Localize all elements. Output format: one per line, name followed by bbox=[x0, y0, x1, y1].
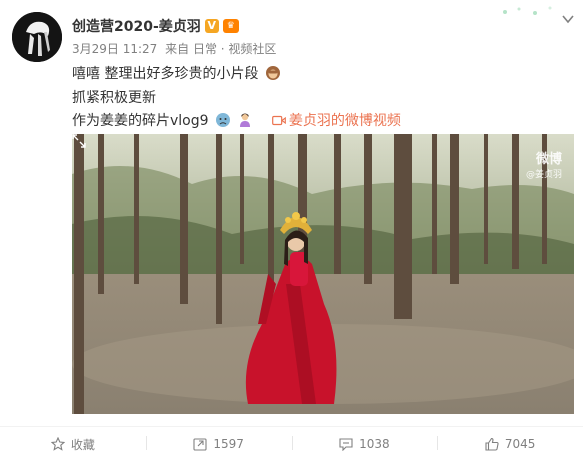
like-button[interactable]: 7045 bbox=[437, 428, 583, 460]
post-meta: 3月29日 11:27 来自 日常 · 视频社区 bbox=[72, 40, 280, 57]
video-player[interactable]: 微博 @姜贞羽 bbox=[72, 134, 574, 414]
vip-crown-icon: ♛ bbox=[222, 19, 239, 33]
divider bbox=[0, 426, 583, 427]
post-text: 抓紧积极更新 bbox=[72, 90, 156, 106]
post-text: 嘻嘻 整理出好多珍贵的小片段 bbox=[72, 66, 259, 82]
video-watermark: 微博 @姜贞羽 bbox=[526, 148, 562, 180]
video-link[interactable]: 姜贞羽的微博视频 bbox=[272, 113, 401, 129]
like-count: 7045 bbox=[504, 437, 536, 451]
repost-count: 1597 bbox=[213, 437, 244, 451]
comment-count: 1038 bbox=[359, 437, 390, 451]
author-name[interactable]: 创造营2020-姜贞羽 bbox=[72, 16, 201, 36]
person-emoji-icon bbox=[240, 113, 251, 127]
repost-icon bbox=[193, 438, 207, 451]
watermark-brand: 微博 bbox=[535, 152, 562, 167]
comment-button[interactable]: 1038 bbox=[291, 428, 438, 460]
favorite-label: 收藏 bbox=[70, 437, 95, 452]
separator bbox=[437, 436, 439, 450]
author-header: 创造营2020-姜贞羽 V ♛ bbox=[72, 16, 239, 36]
post-text: 作为姜姜的碎片vlog9 bbox=[72, 113, 209, 129]
star-icon bbox=[50, 437, 65, 451]
favorite-button[interactable]: 收藏 bbox=[0, 428, 146, 460]
weibo-post-card: 创造营2020-姜贞羽 V ♛ 3月29日 11:27 来自 日常 · 视频社区… bbox=[0, 0, 583, 460]
repost-button[interactable]: 1597 bbox=[145, 428, 292, 460]
post-source[interactable]: 来自 日常 · 视频社区 bbox=[165, 42, 276, 56]
monkey-emoji-icon bbox=[265, 66, 280, 80]
avatar[interactable] bbox=[12, 12, 62, 62]
thumbs-up-icon bbox=[485, 437, 499, 451]
video-camera-icon bbox=[272, 115, 286, 126]
verified-icon: V bbox=[204, 19, 219, 33]
chevron-down-icon[interactable] bbox=[561, 12, 575, 26]
video-frame-image bbox=[72, 134, 574, 414]
watermark-user: @姜贞羽 bbox=[525, 170, 562, 180]
video-link-label: 姜贞羽的微博视频 bbox=[288, 113, 401, 129]
sad-face-emoji-icon bbox=[216, 113, 230, 127]
separator bbox=[145, 436, 147, 450]
separator bbox=[291, 436, 293, 450]
post-text-line-1: 嘻嘻 整理出好多珍贵的小片段 bbox=[72, 63, 281, 83]
expand-icon[interactable] bbox=[72, 134, 86, 148]
post-text-line-2: 抓紧积极更新 bbox=[72, 87, 156, 107]
comment-icon bbox=[339, 438, 353, 451]
post-date[interactable]: 3月29日 11:27 bbox=[72, 42, 157, 56]
post-text-line-3: 作为姜姜的碎片vlog9 姜贞羽的微博视频 bbox=[72, 110, 401, 130]
action-bar: 收藏 1597 1038 7045 bbox=[0, 428, 583, 460]
